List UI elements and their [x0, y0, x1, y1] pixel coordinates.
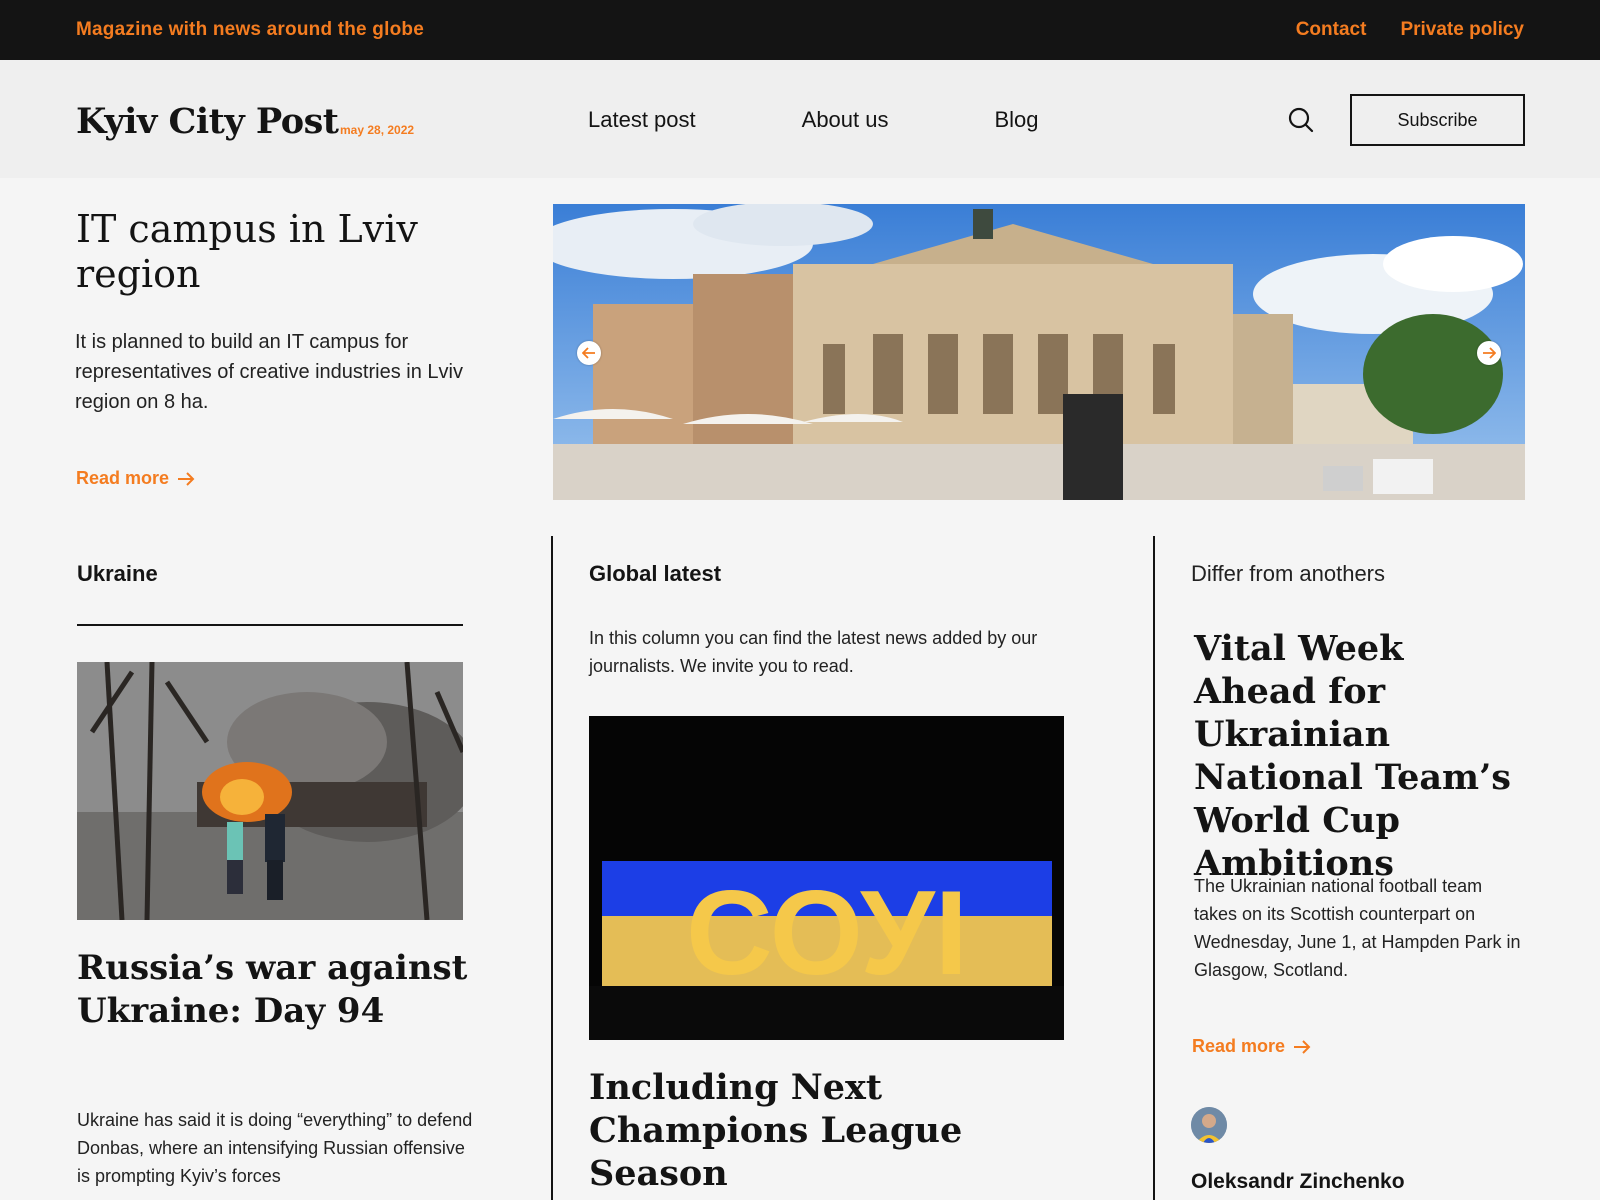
arrow-right-icon — [1483, 347, 1496, 359]
arrow-right-icon — [178, 471, 195, 486]
ukraine-article-summary: Ukraine has said it is doing “everything… — [77, 1110, 473, 1186]
top-links: Contact Private policy — [1296, 19, 1524, 41]
arrow-left-icon — [582, 347, 595, 359]
author-avatar[interactable] — [1191, 1107, 1227, 1143]
ukraine-article-image[interactable] — [77, 662, 463, 920]
ukraine-article-title[interactable]: Russia’s war against Ukraine: Day 94 — [77, 947, 477, 1033]
hero-carousel-image[interactable] — [553, 204, 1525, 500]
nav-blog[interactable]: Blog — [994, 107, 1038, 133]
top-bar: Magazine with news around the globe Cont… — [0, 0, 1600, 60]
read-more-label: Read more — [76, 468, 170, 488]
global-intro-text: In this column you can find the latest n… — [589, 628, 1038, 676]
site-tagline: Magazine with news around the globe — [76, 19, 424, 40]
nav-about-us[interactable]: About us — [802, 107, 889, 133]
differ-read-more-link[interactable]: Read more — [1192, 1036, 1311, 1057]
section-divider — [77, 624, 463, 626]
hero-summary: It is planned to build an IT campus for … — [75, 331, 463, 413]
site-header: Kyiv City Post may 28, 2022 Latest post … — [0, 60, 1600, 178]
global-article-image[interactable]: СОУІ — [589, 716, 1064, 1040]
subscribe-button[interactable]: Subscribe — [1350, 94, 1525, 146]
read-more-label: Read more — [1192, 1036, 1286, 1056]
contact-link[interactable]: Contact — [1296, 19, 1367, 41]
private-policy-link[interactable]: Private policy — [1400, 19, 1524, 41]
nav-latest-post[interactable]: Latest post — [588, 107, 696, 133]
main-nav: Latest post About us Blog — [588, 107, 1039, 133]
site-logo[interactable]: Kyiv City Post — [76, 101, 339, 142]
column-divider — [1153, 536, 1155, 1200]
column-divider — [551, 536, 553, 1200]
hero-title[interactable]: IT campus in Lviv region — [76, 207, 496, 297]
carousel-next-button[interactable] — [1477, 341, 1501, 365]
global-article-title[interactable]: Including Next Champions League Season — [589, 1066, 1049, 1195]
differ-article-summary: The Ukrainian national football team tak… — [1194, 876, 1521, 980]
differ-article-title[interactable]: Vital Week Ahead for Ukrainian National … — [1194, 627, 1534, 885]
search-icon[interactable] — [1286, 105, 1316, 135]
header-date: may 28, 2022 — [340, 123, 415, 137]
ukraine-heading: Ukraine — [77, 561, 158, 586]
carousel-prev-button[interactable] — [577, 341, 601, 365]
banner-text: СОУІ — [686, 866, 968, 1000]
author-name[interactable]: Oleksandr Zinchenko — [1191, 1170, 1405, 1194]
differ-heading: Differ from anothers — [1191, 561, 1386, 586]
arrow-right-icon — [1294, 1039, 1311, 1054]
global-latest-heading: Global latest — [589, 561, 722, 586]
hero-read-more-link[interactable]: Read more — [76, 468, 195, 489]
